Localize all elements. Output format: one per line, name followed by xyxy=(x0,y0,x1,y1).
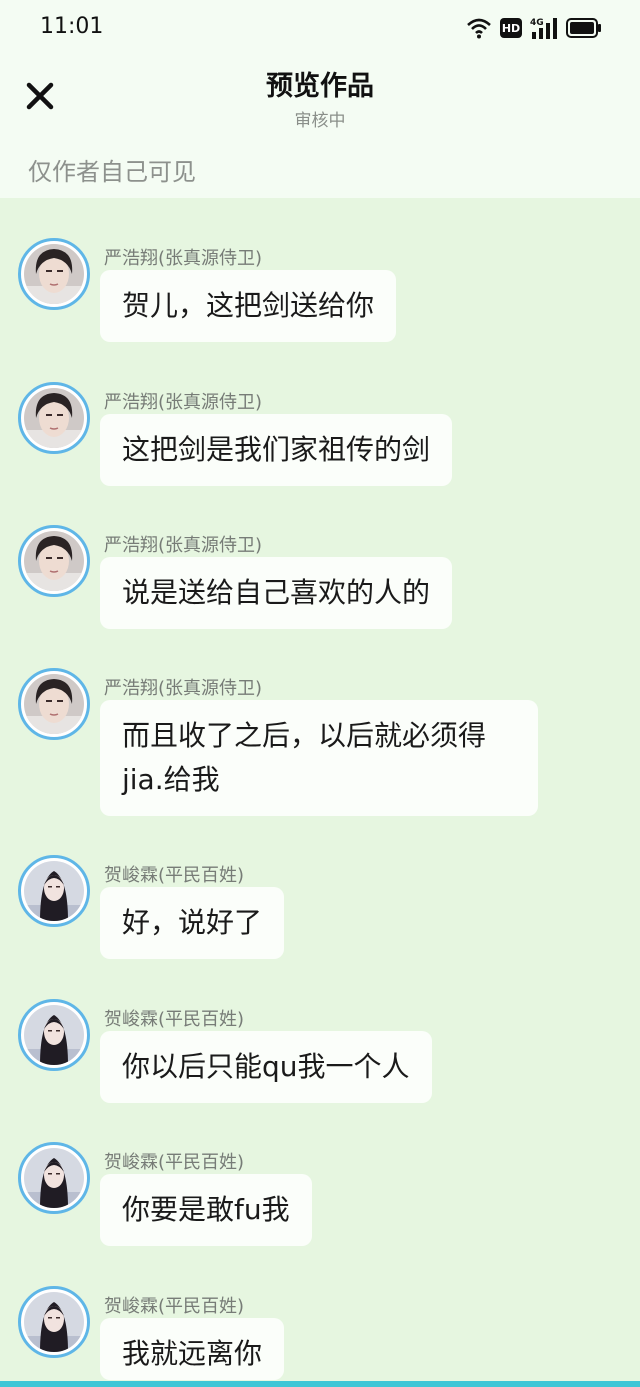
message-bubble[interactable]: 这把剑是我们家祖传的剑 xyxy=(100,414,453,486)
message-bubble[interactable]: 好，说好了 xyxy=(100,887,285,959)
bottom-edge-bar xyxy=(0,1381,640,1387)
sender-name: 贺峻霖(平民百姓) xyxy=(104,1296,245,1317)
visibility-note: 仅作者自己可见 xyxy=(28,158,196,186)
status-time: 11:01 xyxy=(40,14,104,39)
sender-name: 严浩翔(张真源侍卫) xyxy=(104,535,263,556)
page-title: 预览作品 xyxy=(266,71,374,102)
avatar-male[interactable] xyxy=(18,238,90,310)
message-bubble[interactable]: 说是送给自己喜欢的人的 xyxy=(100,557,453,629)
sender-name: 严浩翔(张真源侍卫) xyxy=(104,392,263,413)
sender-name: 贺峻霖(平民百姓) xyxy=(104,865,245,886)
sender-name: 严浩翔(张真源侍卫) xyxy=(104,248,263,269)
sender-name: 贺峻霖(平民百姓) xyxy=(104,1009,245,1030)
sender-name: 贺峻霖(平民百姓) xyxy=(104,1152,245,1173)
sender-name: 严浩翔(张真源侍卫) xyxy=(104,678,263,699)
status-icons: HD 4G xyxy=(466,14,602,42)
battery-icon xyxy=(566,18,602,38)
status-bar: 11:01 HD 4G xyxy=(0,0,640,56)
avatar-female[interactable] xyxy=(18,999,90,1071)
message-bubble[interactable]: 贺儿，这把剑送给你 xyxy=(100,270,397,342)
header: 11:01 HD 4G 预览作品 审核中 仅作者自己可见 xyxy=(0,0,640,198)
hd-badge: HD xyxy=(500,18,522,38)
avatar-female[interactable] xyxy=(18,1142,90,1214)
review-status: 审核中 xyxy=(294,111,346,131)
network-type-label: 4G xyxy=(530,18,544,28)
message-bubble[interactable]: 而且收了之后，以后就必须得jia.给我 xyxy=(100,700,538,816)
avatar-male[interactable] xyxy=(18,382,90,454)
wifi-icon xyxy=(466,17,492,39)
avatar-female[interactable] xyxy=(18,855,90,927)
signal-icon: 4G xyxy=(530,16,558,40)
message-bubble[interactable]: 我就远离你 xyxy=(100,1318,285,1380)
avatar-male[interactable] xyxy=(18,525,90,597)
message-bubble[interactable]: 你以后只能qu我一个人 xyxy=(100,1031,432,1103)
avatar-female[interactable] xyxy=(18,1286,90,1358)
message-bubble[interactable]: 你要是敢fu我 xyxy=(100,1174,312,1246)
avatar-male[interactable] xyxy=(18,668,90,740)
